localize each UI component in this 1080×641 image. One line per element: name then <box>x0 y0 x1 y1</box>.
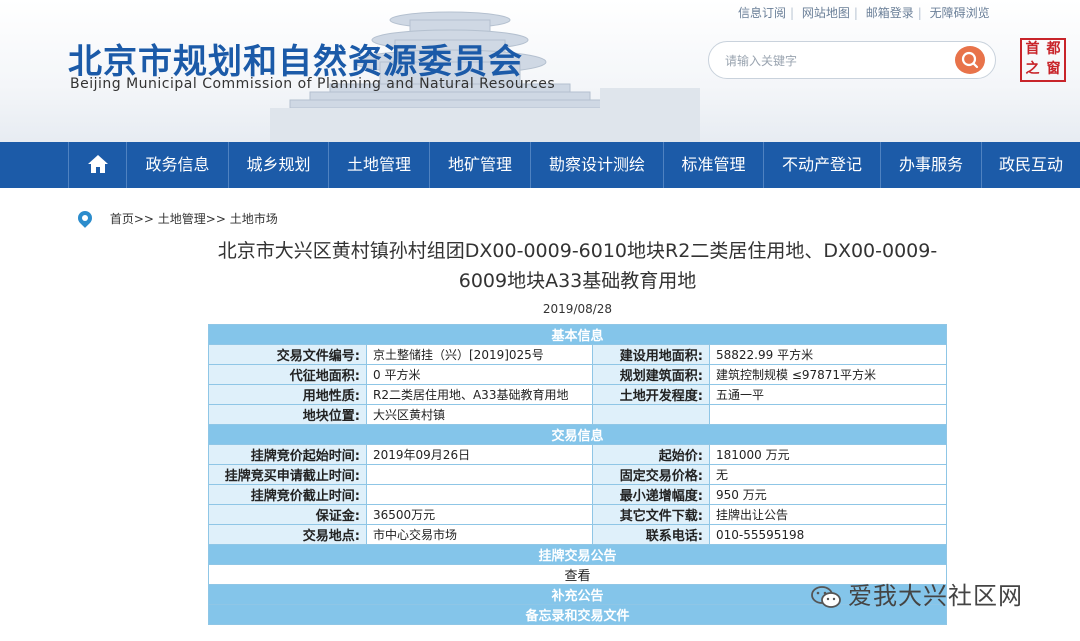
nav-item-services[interactable]: 办事服务 <box>880 142 981 188</box>
field-label: 挂牌竞价截止时间: <box>208 484 367 505</box>
nav-item-government-info[interactable]: 政务信息 <box>126 142 228 188</box>
field-label: 土地开发程度: <box>592 384 710 405</box>
watermark-text: 爱我大兴社区网 <box>848 582 1023 610</box>
table-row: 交易文件编号: 京土整储挂（兴）[2019]025号 建设用地面积: 58822.99… <box>208 344 948 365</box>
table-row: 挂牌竞价截止时间: 最小递增幅度: 950 万元 <box>208 484 948 505</box>
seal-char: 之 <box>1025 61 1040 77</box>
location-pin-icon <box>75 207 95 228</box>
top-link-sitemap[interactable]: 网站地图 <box>802 6 850 20</box>
seal-char: 首 <box>1025 41 1040 57</box>
field-label: 固定交易价格: <box>592 464 710 485</box>
table-row: 交易地点: 市中心交易市场 联系电话: 010-55595198 <box>208 524 948 545</box>
search-input[interactable] <box>723 51 947 71</box>
nav-item-mineral-management[interactable]: 地矿管理 <box>429 142 530 188</box>
field-label: 其它文件下载: <box>592 504 710 525</box>
field-value: 0 平方米 <box>366 364 593 385</box>
table-row: 保证金: 36500万元 其它文件下载: 挂牌出让公告 <box>208 504 948 525</box>
top-link-accessibility[interactable]: 无障碍浏览 <box>930 6 990 20</box>
field-value <box>366 484 593 505</box>
field-value: 建筑控制规模 ≤97871平方米 <box>708 364 948 385</box>
field-value: 58822.99 平方米 <box>708 344 948 365</box>
table-row: 地块位置: 大兴区黄村镇 <box>208 404 948 425</box>
field-label: 挂牌竞买申请截止时间: <box>208 464 367 485</box>
search-icon <box>961 51 979 69</box>
field-label: 规划建筑面积: <box>592 364 710 385</box>
nav-item-interaction[interactable]: 政民互动 <box>981 142 1080 188</box>
field-value: 181000 万元 <box>708 444 948 465</box>
table-row: 挂牌竞价起始时间: 2019年09月26日 起始价: 181000 万元 <box>208 444 948 465</box>
top-link-subscribe[interactable]: 信息订阅 <box>738 6 786 20</box>
nav-item-urban-rural-planning[interactable]: 城乡规划 <box>228 142 328 188</box>
breadcrumb-home[interactable]: 首页>> <box>110 212 154 226</box>
breadcrumb: 首页>> 土地管理>> 土地市场 <box>75 207 278 228</box>
field-value: 无 <box>708 464 948 485</box>
nav-item-standards[interactable]: 标准管理 <box>663 142 763 188</box>
field-value <box>366 464 593 485</box>
wechat-watermark: 爱我大兴社区网 <box>810 576 1023 611</box>
field-label: 挂牌竞价起始时间: <box>208 444 367 465</box>
field-label: 地块位置: <box>208 404 367 425</box>
field-value: R2二类居住用地、A33基础教育用地 <box>366 384 593 405</box>
main-nav: 政务信息 城乡规划 土地管理 地矿管理 勘察设计测绘 标准管理 不动产登记 办事… <box>0 142 1080 188</box>
section-header-row: 基本信息 <box>207 324 948 345</box>
section-header-row: 交易信息 <box>207 424 948 445</box>
table-row: 代征地面积: 0 平方米 规划建筑面积: 建筑控制规模 ≤97871平方米 <box>208 364 948 385</box>
download-listing-notice-link[interactable]: 挂牌出让公告 <box>708 504 948 525</box>
field-value: 36500万元 <box>366 504 593 525</box>
breadcrumb-land-market[interactable]: 土地市场 <box>230 212 278 226</box>
search-button[interactable] <box>955 46 985 74</box>
nav-item-survey-design[interactable]: 勘察设计测绘 <box>530 142 663 188</box>
publish-date: 2019/08/28 <box>542 302 613 316</box>
field-label: 交易地点: <box>208 524 367 545</box>
field-label: 联系电话: <box>592 524 710 545</box>
field-value: 010-55595198 <box>708 524 948 545</box>
nav-item-land-management[interactable]: 土地管理 <box>328 142 429 188</box>
field-label <box>592 404 710 425</box>
seal-char: 都 <box>1046 41 1061 57</box>
section-basic-info: 基本信息 <box>207 324 948 345</box>
nav-home[interactable] <box>68 142 126 188</box>
page-title: 北京市大兴区黄村镇孙村组团DX00-0009-6010地块R2二类居住用地、DX… <box>217 240 938 292</box>
nav-item-real-estate-registration[interactable]: 不动产登记 <box>763 142 880 188</box>
seal-char: 窗 <box>1046 61 1061 77</box>
field-value: 市中心交易市场 <box>366 524 593 545</box>
field-value: 2019年09月26日 <box>366 444 593 465</box>
field-value: 京土整储挂（兴）[2019]025号 <box>366 344 593 365</box>
site-subtitle: Beijing Municipal Commission of Planning… <box>70 76 556 92</box>
field-label: 交易文件编号: <box>208 344 367 365</box>
home-icon <box>87 155 108 173</box>
section-listing-notice: 挂牌交易公告 <box>207 544 948 565</box>
field-value: 950 万元 <box>708 484 948 505</box>
field-label: 代征地面积: <box>208 364 367 385</box>
table-row: 用地性质: R2二类居住用地、A33基础教育用地 土地开发程度: 五通一平 <box>208 384 948 405</box>
field-value: 五通一平 <box>708 384 948 405</box>
field-label: 起始价: <box>592 444 710 465</box>
search-box <box>708 41 996 79</box>
table-row: 挂牌竞买申请截止时间: 固定交易价格: 无 <box>208 464 948 485</box>
field-label: 最小递增幅度: <box>592 484 710 505</box>
field-label: 保证金: <box>208 504 367 525</box>
wechat-icon <box>811 586 841 608</box>
breadcrumb-land-management[interactable]: 土地管理>> <box>158 212 226 226</box>
field-label: 用地性质: <box>208 384 367 405</box>
top-link-mail-login[interactable]: 邮箱登录 <box>866 6 914 20</box>
field-value <box>708 404 948 425</box>
field-value: 大兴区黄村镇 <box>366 404 593 425</box>
top-links: 信息订阅 | 网站地图 | 邮箱登录 | 无障碍浏览 <box>738 6 990 20</box>
capital-window-seal[interactable]: 首 都 之 窗 <box>1020 38 1066 82</box>
section-header-row: 挂牌交易公告 <box>207 544 948 565</box>
section-trade-info: 交易信息 <box>207 424 948 445</box>
site-header: 信息订阅 | 网站地图 | 邮箱登录 | 无障碍浏览 北京市规划和自然资源委员会 Be… <box>0 0 1080 142</box>
field-label: 建设用地面积: <box>592 344 710 365</box>
